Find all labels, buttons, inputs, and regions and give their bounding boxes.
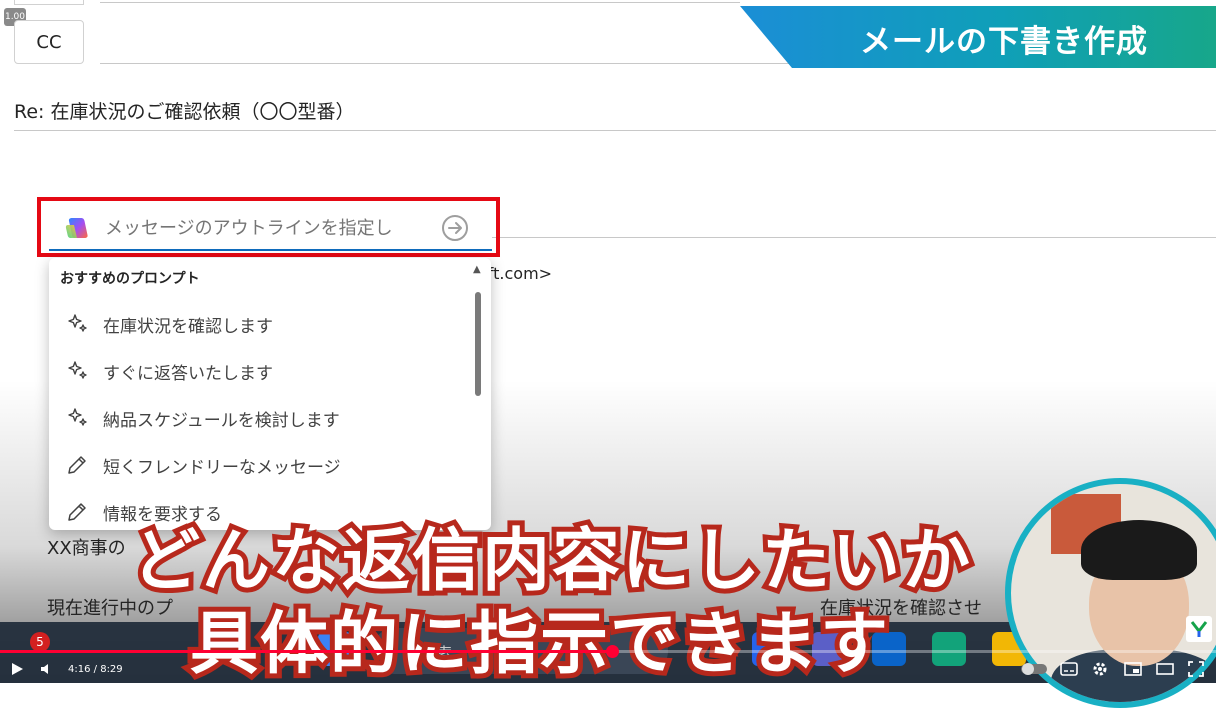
body-divider: [490, 237, 1216, 238]
suggestion-label: すぐに返答いたします: [103, 363, 273, 384]
suggestion-item[interactable]: 短くフレンドリーなメッセージ: [65, 451, 341, 479]
sparkle-icon: [68, 314, 87, 332]
suggestions-header: おすすめのプロンプト: [60, 271, 200, 287]
suggested-prompts-dropdown: おすすめのプロンプト 在庫状況を確認します すぐに返答いたします 納品スケジュー…: [49, 258, 491, 530]
time-separator: /: [90, 663, 101, 675]
sparkle-icon: [68, 361, 87, 379]
pencil-icon: [68, 503, 86, 521]
suggestion-label: 納品スケジュールを検討します: [103, 410, 340, 431]
sparkle-icon: [68, 408, 87, 426]
pencil-icon: [68, 456, 86, 474]
theater-mode-icon[interactable]: [1156, 655, 1174, 683]
suggestion-item[interactable]: 納品スケジュールを検討します: [65, 404, 340, 432]
duration: 8:29: [100, 663, 123, 675]
channel-watermark-icon[interactable]: [1186, 616, 1212, 642]
subtitles-icon[interactable]: [1060, 655, 1078, 683]
suggestion-item[interactable]: 在庫状況を確認します: [65, 310, 273, 338]
scroll-up-arrow-icon[interactable]: ▲: [473, 264, 481, 275]
presenter-hair: [1081, 520, 1197, 580]
banner-title: メールの下書き作成: [860, 24, 1148, 60]
to-field-underline: [100, 2, 740, 3]
progress-bar[interactable]: [0, 645, 1216, 658]
suggestion-label: 短くフレンドリーなメッセージ: [103, 457, 341, 478]
autoplay-toggle[interactable]: [1020, 655, 1048, 683]
suggestion-label: 在庫状況を確認します: [103, 316, 273, 337]
dropdown-scrollbar[interactable]: ▲: [469, 262, 487, 526]
miniplayer-icon[interactable]: [1124, 655, 1142, 683]
section-banner: メールの下書き作成: [740, 6, 1216, 68]
subject-field[interactable]: Re: 在庫状況のご確認依頼（〇〇型番）: [14, 97, 354, 124]
chapter-count-badge: 5: [30, 632, 50, 652]
fullscreen-icon[interactable]: [1188, 655, 1204, 683]
settings-gear-icon[interactable]: [1092, 655, 1108, 683]
scroll-thumb[interactable]: [475, 292, 481, 396]
play-button[interactable]: [10, 655, 24, 683]
volume-icon[interactable]: [40, 655, 54, 683]
player-controls: 4:16 / 8:29: [0, 655, 1216, 683]
suggestion-item[interactable]: すぐに返答いたします: [65, 357, 273, 385]
to-button-stub[interactable]: [14, 0, 84, 5]
progress-played: [0, 650, 612, 653]
current-time: 4:16: [68, 663, 91, 675]
subject-underline: [14, 130, 1216, 131]
annotation-highlight-box: [37, 197, 500, 257]
email-body-line-1[interactable]: XX商事の: [47, 534, 126, 560]
cc-button[interactable]: CC: [14, 20, 84, 64]
time-display: 4:16 / 8:29: [68, 655, 123, 683]
